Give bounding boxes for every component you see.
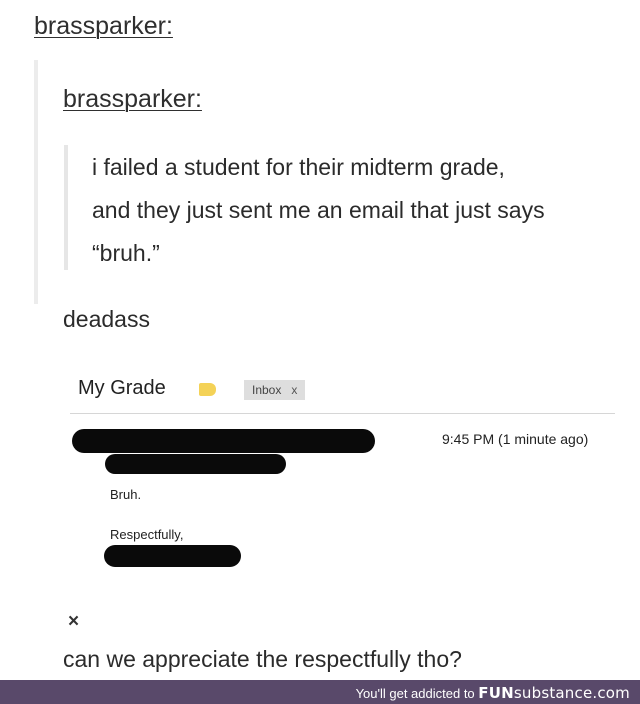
inbox-chip-label: Inbox — [252, 383, 282, 397]
footer-brand: FUNsubstance.com — [478, 684, 630, 702]
watermark-footer: You'll get addicted to FUNsubstance.com — [0, 680, 640, 704]
footer-brand-rest: substance.com — [513, 684, 630, 702]
email-divider — [70, 413, 615, 414]
redacted-recipient — [105, 454, 286, 474]
quote-line: and they just sent me an email that just… — [92, 197, 545, 223]
outer-quote-bar — [34, 60, 38, 304]
redacted-sender — [72, 429, 375, 453]
reply-text: deadass — [63, 306, 150, 332]
email-signoff: Respectfully, — [110, 527, 184, 542]
email-subject: My Grade — [78, 377, 166, 399]
close-icon[interactable]: × — [68, 611, 79, 633]
quote-line: i failed a student for their midterm gra… — [92, 154, 505, 180]
inner-quote-bar — [64, 145, 68, 270]
comment-text: can we appreciate the respectfully tho? — [63, 646, 462, 672]
inner-username[interactable]: brassparker: — [63, 85, 202, 114]
redacted-signature — [104, 545, 241, 567]
inbox-label-chip: Inbox x — [244, 380, 306, 400]
email-body-line: Bruh. — [110, 487, 142, 502]
inbox-chip-close-icon: x — [291, 383, 298, 397]
footer-brand-bold: FUN — [478, 684, 514, 702]
outer-username[interactable]: brassparker: — [34, 12, 173, 41]
label-tag-icon — [199, 383, 216, 396]
quoted-post: i failed a student for their midterm gra… — [92, 146, 632, 275]
footer-tagline: You'll get addicted to — [355, 686, 479, 701]
email-timestamp: 9:45 PM (1 minute ago) — [442, 431, 589, 447]
quote-line: “bruh.” — [92, 240, 160, 266]
footer-text: You'll get addicted to FUNsubstance.com — [356, 684, 630, 702]
